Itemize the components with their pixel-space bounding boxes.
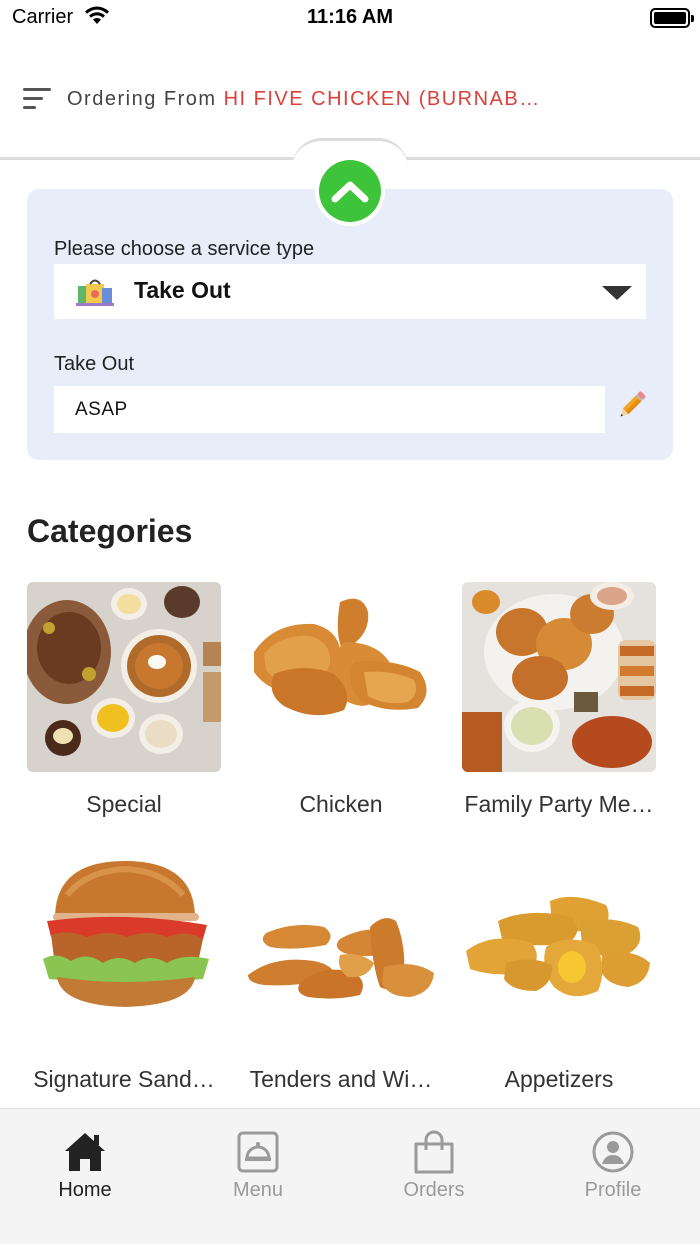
- profile-icon: [592, 1131, 634, 1173]
- tab-profile[interactable]: Profile: [543, 1109, 683, 1209]
- category-chicken[interactable]: Chicken: [244, 582, 440, 832]
- category-label: Appetizers: [504, 1066, 614, 1092]
- tab-menu[interactable]: Menu: [188, 1109, 328, 1209]
- category-special[interactable]: Special: [27, 582, 223, 832]
- pencil-edit-icon[interactable]: [615, 388, 649, 422]
- categories-heading: Categories: [27, 513, 193, 549]
- menu-cloche-icon: [237, 1131, 279, 1173]
- category-appetizers[interactable]: Appetizers: [462, 855, 658, 1105]
- tab-home-label: Home: [58, 1179, 112, 1201]
- tab-profile-label: Profile: [584, 1179, 642, 1201]
- hamburger-menu-icon[interactable]: [23, 88, 51, 110]
- special-photo: [27, 582, 221, 772]
- appetizers-photo: [462, 855, 656, 1045]
- tab-orders[interactable]: Orders: [364, 1109, 504, 1209]
- tab-menu-label: Menu: [232, 1179, 284, 1201]
- home-icon: [65, 1133, 105, 1171]
- caret-down-icon: [602, 286, 632, 300]
- bottom-tab-bar: Home Menu Orders Profile: [0, 1108, 700, 1244]
- category-tenders-and-wings[interactable]: Tenders and Wi…: [244, 855, 440, 1105]
- chicken-photo: [244, 582, 438, 772]
- family-party-meals-photo: [462, 582, 656, 772]
- takeout-bag-icon: [76, 279, 114, 306]
- category-signature-sandwiches[interactable]: Signature Sand…: [27, 855, 223, 1105]
- category-label: Family Party Me…: [464, 791, 654, 817]
- pickup-time-field[interactable]: ASAP: [54, 386, 605, 433]
- ordering-from-store[interactable]: Ordering From HI FIVE CHICKEN (BURNAB…: [67, 88, 627, 111]
- category-label: Tenders and Wi…: [249, 1066, 433, 1092]
- category-label: Signature Sand…: [33, 1066, 215, 1092]
- shopping-bag-icon: [414, 1130, 454, 1174]
- selected-service-type: Take Out: [134, 277, 231, 303]
- tab-home[interactable]: Home: [15, 1109, 155, 1209]
- header: Ordering From HI FIVE CHICKEN (BURNAB…: [0, 62, 700, 132]
- ordering-prefix: Ordering From: [67, 88, 224, 110]
- tenders-and-wings-photo: [244, 855, 438, 1045]
- category-label: Chicken: [299, 791, 383, 817]
- category-label: Special: [86, 791, 162, 817]
- tab-orders-label: Orders: [403, 1179, 465, 1201]
- store-name: HI FIVE CHICKEN (BURNAB…: [223, 88, 541, 110]
- status-time: 11:16 AM: [307, 6, 393, 28]
- battery-icon: [650, 8, 694, 28]
- signature-sandwich-photo: [27, 855, 221, 1045]
- collapse-toggle-button[interactable]: [315, 156, 385, 226]
- status-bar: Carrier 11:16 AM: [0, 0, 700, 40]
- service-type-prompt: Please choose a service type: [54, 238, 315, 260]
- chevron-up-icon: [331, 181, 369, 203]
- pickup-time-label: Take Out: [54, 353, 135, 375]
- category-family-party-meals[interactable]: Family Party Me…: [462, 582, 658, 832]
- service-type-dropdown[interactable]: Take Out: [54, 264, 646, 319]
